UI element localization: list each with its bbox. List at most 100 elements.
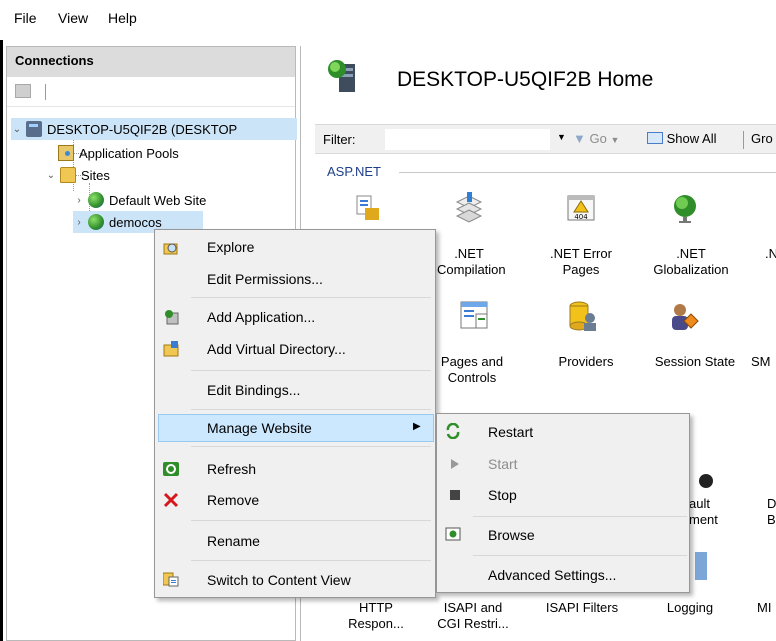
feature-label: ISAPI and CGI Restri...	[437, 600, 509, 631]
remove-icon	[163, 492, 179, 508]
add-application-icon	[163, 309, 179, 325]
menu-separator	[191, 560, 431, 561]
menu-item-manage-website[interactable]: Manage Website ▶	[158, 414, 434, 442]
feature-mi-partial[interactable]: MI	[757, 600, 776, 616]
menu-item-switch-content-view[interactable]: Switch to Content View	[207, 572, 351, 588]
tree-item-default-web-site[interactable]: › Default Web Site	[73, 189, 273, 211]
menu-item-explore[interactable]: Explore	[207, 239, 254, 255]
explore-icon	[163, 240, 179, 256]
feature-http-response[interactable]: HTTP Respon...	[341, 600, 411, 632]
submenu-item-advanced-settings[interactable]: Advanced Settings...	[488, 567, 616, 583]
window-edge	[0, 40, 3, 641]
browse-icon	[445, 526, 461, 542]
collapse-arrow-icon[interactable]: ⌄	[45, 170, 57, 181]
submenu-item-browse[interactable]: Browse	[488, 527, 535, 543]
add-virtual-directory-icon	[163, 341, 179, 357]
globe-icon	[88, 192, 104, 208]
menu-separator	[191, 446, 431, 447]
section-divider	[399, 172, 776, 173]
filter-bar: Filter: ▼ ▼ Go ▼ Show All Gro	[315, 124, 776, 154]
tree-item-label: Application Pools	[79, 145, 179, 161]
filter-label: Filter:	[323, 132, 356, 147]
tree-item-sites[interactable]: ⌄ Sites	[45, 164, 195, 186]
providers-icon	[569, 301, 596, 331]
tree-item-label: DESKTOP-U5QIF2B (DESKTOP	[47, 121, 238, 137]
menu-view[interactable]: View	[58, 10, 88, 26]
menu-item-remove[interactable]: Remove	[207, 492, 259, 508]
connect-icon[interactable]	[15, 84, 31, 98]
feature-net-error-pages[interactable]: .NET Error Pages	[541, 246, 621, 278]
submenu-item-start[interactable]: Start	[488, 456, 518, 472]
menu-item-add-virtual-directory[interactable]: Add Virtual Directory...	[207, 341, 346, 357]
feature-net-compilation[interactable]: .NET Compilation	[437, 246, 506, 278]
filter-input[interactable]	[385, 129, 550, 150]
funnel-icon: ▼	[573, 131, 586, 146]
feature-label: Logging	[666, 600, 714, 615]
menu-help[interactable]: Help	[108, 10, 137, 26]
net-error-pages-icon: 404	[567, 195, 595, 221]
server-home-icon	[328, 60, 355, 92]
expand-arrow-icon[interactable]: ›	[73, 217, 85, 228]
net-compilation-icon	[455, 192, 483, 223]
feature-session-state[interactable]: Session State	[645, 354, 745, 370]
menu-item-add-application[interactable]: Add Application...	[207, 309, 315, 325]
net-globalization-icon	[674, 195, 696, 223]
feature-label: HTTP Respon...	[348, 600, 404, 631]
feature-label: Providers	[558, 354, 614, 369]
page-title: DESKTOP-U5QIF2B Home	[397, 68, 654, 91]
feature-net-partial[interactable]: .N	[765, 246, 776, 262]
group-by-button[interactable]: Gro	[751, 131, 773, 146]
tree-item-label: Default Web Site	[109, 192, 207, 208]
globe-icon	[88, 214, 104, 230]
feature-logging[interactable]: Logging	[655, 600, 725, 616]
expand-arrow-icon[interactable]: ›	[73, 195, 85, 206]
feature-isapi-filters[interactable]: ISAPI Filters	[537, 600, 627, 616]
submenu-item-restart[interactable]: Restart	[488, 424, 533, 440]
menu-separator	[191, 370, 431, 371]
collapse-arrow-icon[interactable]: ⌄	[11, 124, 23, 135]
content-view-icon	[162, 571, 179, 587]
feature-providers[interactable]: Providers	[551, 354, 621, 370]
sites-folder-icon	[60, 167, 76, 183]
default-document-icon	[699, 474, 713, 488]
tree-item-application-pools[interactable]: Application Pools	[55, 142, 255, 164]
feature-label: SM	[751, 354, 771, 369]
feature-sm-partial[interactable]: SM	[751, 354, 776, 370]
toolbar-separator	[45, 84, 46, 100]
feature-directory-browsing[interactable]: D B	[767, 496, 776, 528]
menu-item-rename[interactable]: Rename	[207, 533, 260, 549]
menu-item-refresh[interactable]: Refresh	[207, 461, 256, 477]
stop-icon	[447, 487, 463, 503]
feature-isapi-cgi[interactable]: ISAPI and CGI Restri...	[433, 600, 513, 632]
submenu-item-stop[interactable]: Stop	[488, 487, 517, 503]
feature-label: .NET Globalization	[653, 246, 729, 277]
menu-separator	[191, 297, 431, 298]
feature-net-globalization[interactable]: .NET Globalization	[641, 246, 741, 278]
restart-icon	[445, 422, 461, 440]
feature-label: .NET Error Pages	[550, 246, 612, 277]
pages-controls-icon	[460, 301, 488, 329]
error-code-label: 404	[574, 213, 588, 221]
feature-label: ault ment	[689, 496, 718, 527]
feature-pages-controls[interactable]: Pages and Controls	[437, 354, 507, 386]
server-icon	[26, 121, 42, 137]
tree-item-server[interactable]: ⌄ DESKTOP-U5QIF2B (DESKTOP	[11, 118, 297, 140]
logging-icon	[695, 552, 707, 580]
application-pools-icon	[58, 145, 74, 161]
feature-label: D B	[767, 496, 776, 527]
start-icon	[447, 456, 463, 472]
connections-title: Connections	[7, 47, 295, 77]
filter-dropdown-icon[interactable]: ▼	[557, 132, 566, 142]
show-all-button[interactable]: Show All	[647, 131, 717, 146]
tree-item-label: democos	[109, 214, 162, 230]
go-button[interactable]: ▼ Go ▼	[573, 131, 619, 146]
feature-default-document[interactable]: ault ment	[689, 496, 739, 528]
feature-label: Session State	[654, 354, 736, 369]
menu-item-label: Manage Website	[207, 420, 312, 436]
menu-item-edit-permissions[interactable]: Edit Permissions...	[207, 271, 323, 287]
menu-item-edit-bindings[interactable]: Edit Bindings...	[207, 382, 300, 398]
tree-item-label: Sites	[81, 167, 110, 183]
menu-file[interactable]: File	[14, 10, 37, 26]
menu-separator	[473, 555, 687, 556]
feature-label: .NET Compilation	[437, 246, 506, 277]
